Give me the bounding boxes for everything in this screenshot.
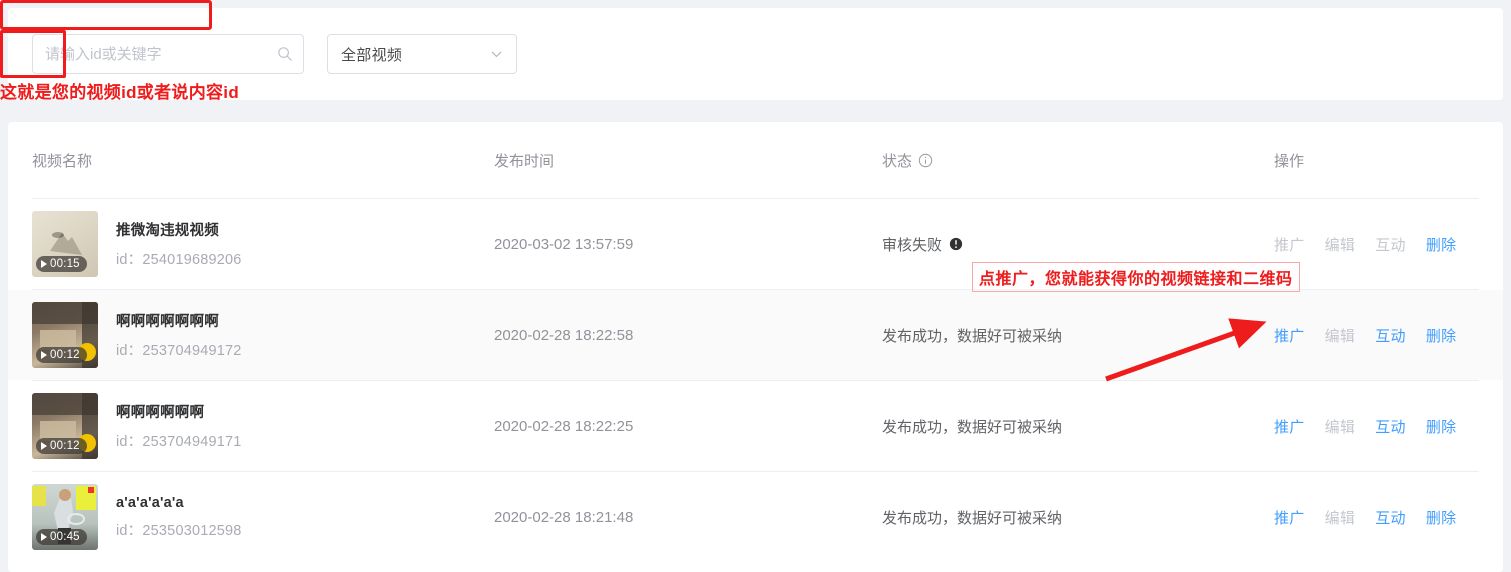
video-title: 啊啊啊啊啊啊啊 [116,314,219,330]
duration-text: 00:12 [50,349,80,361]
video-id-value: 253503012598 [142,522,242,539]
table-header: 视频名称 发布时间 状态 操作 [8,122,1503,198]
video-id: id：254019689206 [116,248,242,269]
action-promote[interactable]: 推广 [1274,325,1305,346]
action-edit[interactable]: 编辑 [1325,507,1356,528]
cell-video-name: 00:15 推微淘违规视频 id：254019689206 [32,211,494,277]
action-interact[interactable]: 互动 [1375,416,1406,437]
cell-actions: 推广 编辑 互动 删除 [1274,325,1503,346]
play-icon [41,351,47,359]
video-duration-badge: 00:45 [36,529,87,545]
video-duration-badge: 00:12 [36,438,87,454]
search-icon[interactable] [277,46,293,62]
column-header-actions: 操作 [1274,152,1305,170]
video-id-label: id： [116,434,143,450]
cell-actions: 推广 编辑 互动 删除 [1274,507,1503,528]
status-text: 发布成功，数据好可被采纳 [882,509,1063,527]
action-delete[interactable]: 删除 [1426,234,1457,255]
video-meta: 啊啊啊啊啊啊 id：253704949171 [116,401,242,451]
status-text: 发布成功，数据好可被采纳 [882,327,1063,345]
search-input[interactable] [33,35,303,73]
video-duration-badge: 00:12 [36,347,87,363]
video-id: id：253503012598 [116,519,242,540]
chevron-down-icon[interactable] [489,47,504,62]
action-interact[interactable]: 互动 [1375,234,1406,255]
cell-status: 发布成功，数据好可被采纳 [882,507,1274,528]
column-header-time: 发布时间 [494,152,555,170]
action-delete[interactable]: 删除 [1426,507,1457,528]
action-edit[interactable]: 编辑 [1325,325,1356,346]
column-header-state-label: 状态 [882,152,913,170]
action-edit[interactable]: 编辑 [1325,416,1356,437]
table-row[interactable]: 00:12 啊啊啊啊啊啊啊 id：253704949172 2020-02-28… [8,290,1503,380]
search-box[interactable] [32,34,304,74]
filter-panel: 全部视频 [8,8,1503,100]
cell-status: 发布成功，数据好可被采纳 [882,416,1274,437]
video-thumbnail[interactable]: 00:12 [32,302,98,368]
video-meta: 啊啊啊啊啊啊啊 id：253704949172 [116,310,242,360]
video-table-panel: 视频名称 发布时间 状态 操作 00:15 推微淘违规视频 id：2540196… [8,122,1503,572]
video-id-value: 254019689206 [142,252,242,268]
action-promote[interactable]: 推广 [1274,234,1305,255]
duration-text: 00:45 [50,531,80,543]
video-title: a'a'a'a'a'a [116,494,184,511]
video-title: 啊啊啊啊啊啊 [116,405,205,421]
video-id: id：253704949171 [116,430,242,451]
video-id-label: id： [116,252,143,268]
video-id-value: 253704949171 [142,434,242,450]
duration-text: 00:12 [50,440,80,452]
cell-video-name: 00:12 啊啊啊啊啊啊啊 id：253704949172 [32,302,494,368]
cell-status: 发布成功，数据好可被采纳 [882,325,1274,346]
action-edit[interactable]: 编辑 [1325,234,1356,255]
duration-text: 00:15 [50,258,80,270]
table-row[interactable]: 00:15 推微淘违规视频 id：254019689206 2020-03-02… [8,199,1503,289]
video-title: 推微淘违规视频 [116,223,219,239]
exclamation-circle-icon[interactable] [949,237,963,251]
info-circle-icon[interactable] [918,153,933,168]
video-manager-page: 全部视频 视频名称 发布时间 状态 [0,0,1511,572]
play-icon [41,442,47,450]
play-icon [41,533,47,541]
video-id-label: id： [116,343,143,359]
cell-publish-time: 2020-02-28 18:21:48 [494,508,634,526]
column-header-name: 视频名称 [32,152,93,170]
table-row[interactable]: 00:45 a'a'a'a'a'a id：253503012598 2020-0… [8,472,1503,562]
action-delete[interactable]: 删除 [1426,416,1457,437]
cell-video-name: 00:12 啊啊啊啊啊啊 id：253704949171 [32,393,494,459]
cell-video-name: 00:45 a'a'a'a'a'a id：253503012598 [32,484,494,550]
video-id-label: id： [116,522,143,539]
video-meta: a'a'a'a'a'a id：253503012598 [116,495,242,540]
video-meta: 推微淘违规视频 id：254019689206 [116,219,242,269]
video-id: id：253704949172 [116,339,242,360]
cell-actions: 推广 编辑 互动 删除 [1274,234,1503,255]
cell-publish-time: 2020-02-28 18:22:25 [494,417,634,435]
status-text: 审核失败 [882,236,943,254]
video-thumbnail[interactable]: 00:45 [32,484,98,550]
video-type-select-value: 全部视频 [341,46,403,64]
action-delete[interactable]: 删除 [1426,325,1457,346]
column-header-state: 状态 [882,150,1274,171]
video-duration-badge: 00:15 [36,256,87,272]
cell-status: 审核失败 [882,234,1274,255]
video-id-value: 253704949172 [142,343,242,359]
play-icon [41,260,47,268]
table-row[interactable]: 00:12 啊啊啊啊啊啊 id：253704949171 2020-02-28 … [8,381,1503,471]
action-promote[interactable]: 推广 [1274,507,1305,528]
action-promote[interactable]: 推广 [1274,416,1305,437]
cell-actions: 推广 编辑 互动 删除 [1274,416,1503,437]
cell-publish-time: 2020-03-02 13:57:59 [494,235,634,253]
video-thumbnail[interactable]: 00:15 [32,211,98,277]
action-interact[interactable]: 互动 [1375,507,1406,528]
video-type-select[interactable]: 全部视频 [327,34,517,74]
status-text: 发布成功，数据好可被采纳 [882,418,1063,436]
cell-publish-time: 2020-02-28 18:22:58 [494,326,634,344]
video-thumbnail[interactable]: 00:12 [32,393,98,459]
action-interact[interactable]: 互动 [1375,325,1406,346]
